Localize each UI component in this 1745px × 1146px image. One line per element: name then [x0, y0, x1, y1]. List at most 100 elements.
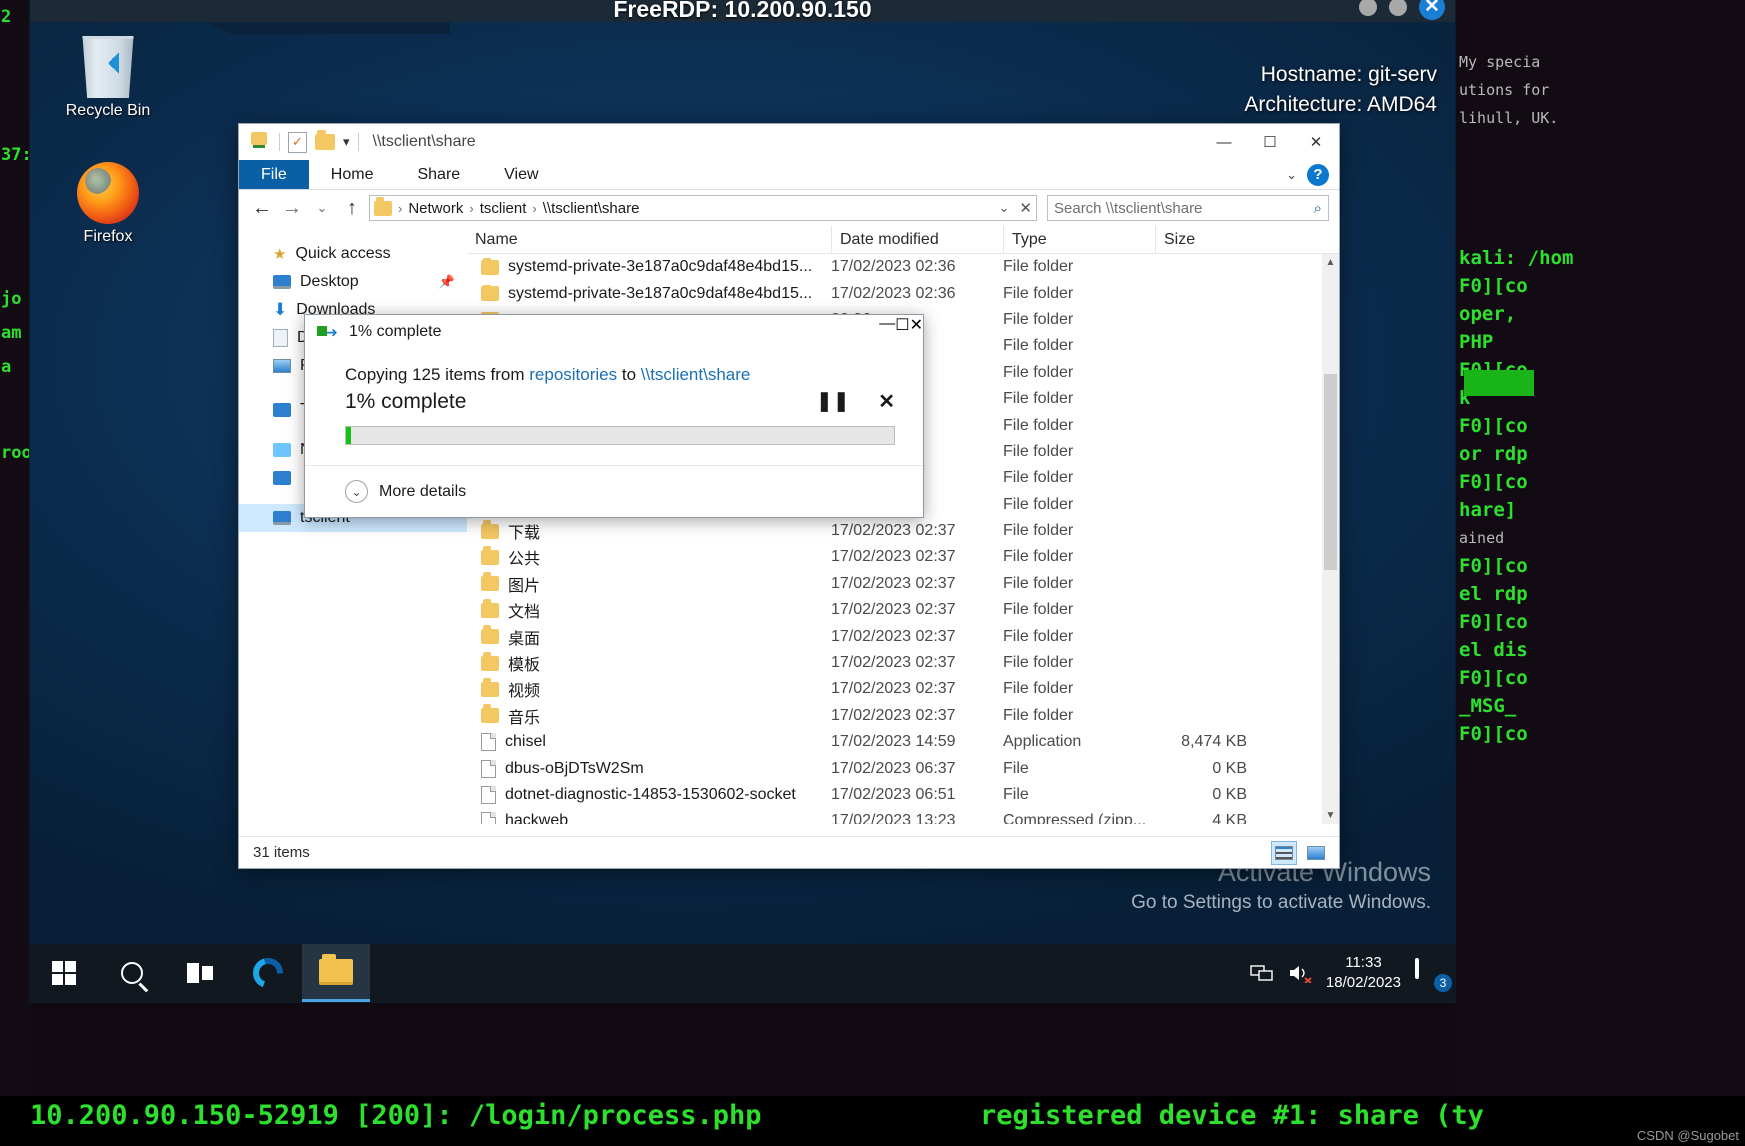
copy-source-link[interactable]: repositories	[529, 365, 617, 384]
forward-button[interactable]: →	[279, 197, 305, 220]
cell-type: File folder	[1003, 680, 1074, 698]
terminal-line: F0][co	[1459, 275, 1528, 297]
table-row[interactable]: hackweb 17/02/2023 13:23 Compressed (zipp.…	[467, 808, 1339, 824]
new-folder-icon[interactable]	[315, 130, 335, 150]
help-icon[interactable]: ?	[1307, 163, 1329, 186]
cancel-copy-button[interactable]: ✕	[878, 389, 895, 414]
table-row[interactable]: 视频 17/02/2023 02:37 File folder	[467, 676, 1339, 702]
tab-home[interactable]: Home	[309, 160, 396, 189]
cell-date-modified: 17/02/2023 02:37	[831, 706, 956, 724]
up-button[interactable]: ↑	[339, 197, 365, 220]
properties-icon[interactable]: ✓	[288, 131, 307, 153]
collapse-ribbon-icon[interactable]: ⌄	[1286, 167, 1297, 183]
breadcrumb[interactable]: › Network › tsclient › \\tsclient\share …	[369, 195, 1037, 221]
table-row[interactable]: chisel 17/02/2023 14:59 Application 8,474 K…	[467, 729, 1339, 755]
file-explorer-button[interactable]	[302, 944, 370, 1002]
speaker-muted-icon[interactable]	[1288, 963, 1312, 984]
table-row[interactable]: systemd-private-3e187a0c9daf48e4bd15... 1…	[467, 254, 1339, 280]
search-box[interactable]: Search \\tsclient\share ⌕	[1047, 195, 1329, 221]
column-header-type[interactable]: Type	[1003, 226, 1155, 253]
freerdp-close-button[interactable]: ✕	[1419, 0, 1445, 20]
table-row[interactable]: 模板 17/02/2023 02:37 File folder	[467, 650, 1339, 676]
table-row[interactable]: 图片 17/02/2023 02:37 File folder	[467, 571, 1339, 597]
customize-qat-dropdown[interactable]: ▾	[343, 134, 350, 150]
copy-dialog-titlebar[interactable]: ➜ 1% complete — ☐ ✕	[305, 315, 923, 349]
clock-date: 18/02/2023	[1325, 974, 1401, 991]
notification-center-button[interactable]: 3	[1415, 958, 1452, 992]
star-icon: ★	[273, 246, 287, 263]
breadcrumb-item-share[interactable]: \\tsclient\share	[543, 200, 640, 217]
search-icon[interactable]: ⌕	[1314, 200, 1322, 217]
chevron-down-icon[interactable]: ⌄	[345, 480, 368, 503]
explorer-ribbon-tabs: File Home Share View ⌄ ?	[239, 160, 1339, 190]
pc-icon	[273, 403, 291, 417]
copy-dialog-minimize-button[interactable]: —	[879, 315, 895, 349]
tiles-view-button[interactable]	[1303, 841, 1329, 865]
edge-button[interactable]	[234, 944, 302, 1002]
cell-type: File folder	[1003, 654, 1074, 672]
sidebar-item-desktop[interactable]: Desktop 📌	[239, 268, 467, 296]
task-view-button[interactable]	[166, 944, 234, 1002]
column-label: Date modified	[840, 230, 939, 248]
freerdp-minimize-button[interactable]	[1359, 0, 1377, 16]
folder-icon	[319, 953, 353, 985]
terminal-line: hare]	[1459, 499, 1517, 521]
table-row[interactable]: 文档 17/02/2023 02:37 File folder	[467, 597, 1339, 623]
pause-button[interactable]: ❚❚	[816, 390, 850, 413]
copy-progress-dialog: ➜ 1% complete — ☐ ✕ Copying 125 items fr…	[304, 314, 924, 518]
table-row[interactable]: 音乐 17/02/2023 02:37 File folder	[467, 703, 1339, 729]
table-row[interactable]: systemd-private-3e187a0c9daf48e4bd15... 1…	[467, 280, 1339, 306]
freerdp-window-controls[interactable]: ✕	[1359, 0, 1445, 20]
column-header-size[interactable]: Size	[1155, 226, 1273, 253]
back-button[interactable]: ←	[249, 197, 275, 220]
tab-share[interactable]: Share	[395, 160, 482, 189]
column-header-date-modified[interactable]: Date modified	[831, 226, 1003, 253]
desktop-icon-recycle-bin[interactable]: Recycle Bin	[48, 36, 168, 120]
start-button[interactable]	[30, 944, 98, 1002]
table-row[interactable]: 桌面 17/02/2023 02:37 File folder	[467, 623, 1339, 649]
notification-count-badge: 3	[1434, 974, 1452, 992]
tab-view[interactable]: View	[482, 160, 560, 189]
table-row[interactable]: dotnet-diagnostic-14853-1530602-socket 17…	[467, 782, 1339, 808]
table-row[interactable]: 下载 17/02/2023 02:37 File folder	[467, 518, 1339, 544]
search-button[interactable]	[98, 944, 166, 1002]
copy-dialog-maximize-button[interactable]: ☐	[895, 315, 909, 349]
copy-message-middle: to	[617, 365, 641, 384]
copy-destination-link[interactable]: \\tsclient\share	[641, 365, 751, 384]
explorer-window-controls[interactable]: — ☐ ✕	[1201, 124, 1339, 160]
scroll-up-button[interactable]: ▲	[1322, 254, 1339, 271]
scroll-down-button[interactable]: ▼	[1322, 807, 1339, 824]
table-row[interactable]: dbus-oBjDTsW2Sm 17/02/2023 06:37 File 0 KB	[467, 755, 1339, 781]
desktop-icon-firefox[interactable]: Firefox	[48, 162, 168, 246]
cell-name: 图片	[467, 572, 831, 596]
recent-locations-button[interactable]: ⌄	[309, 200, 335, 216]
copy-dialog-window-controls[interactable]: — ☐ ✕	[879, 315, 923, 349]
breadcrumb-dropdown-icon[interactable]: ⌄	[999, 200, 1010, 216]
explorer-maximize-button[interactable]: ☐	[1247, 124, 1293, 160]
cell-type: File folder	[1003, 258, 1074, 276]
file-icon	[481, 759, 496, 778]
tab-file[interactable]: File	[239, 160, 309, 189]
more-details-row[interactable]: ⌄ More details	[305, 465, 923, 517]
scrollbar-thumb[interactable]	[1324, 374, 1337, 570]
cell-name: 公共	[467, 545, 831, 569]
file-icon	[481, 812, 496, 824]
network-icon	[273, 443, 291, 457]
clock[interactable]: 11:33 18/02/2023	[1326, 953, 1401, 993]
freerdp-maximize-button[interactable]	[1389, 0, 1407, 16]
column-header-name[interactable]: Name ⌃	[467, 226, 831, 253]
explorer-minimize-button[interactable]: —	[1201, 124, 1247, 160]
explorer-titlebar[interactable]: ✓ ▾ \\tsclient\share — ☐ ✕	[239, 124, 1339, 160]
sidebar-item-quick-access[interactable]: ★ Quick access	[239, 240, 467, 268]
breadcrumb-item-tsclient[interactable]: tsclient	[480, 200, 527, 217]
file-name-label: 桌面	[508, 630, 541, 648]
details-view-button[interactable]	[1271, 840, 1297, 865]
explorer-close-button[interactable]: ✕	[1293, 124, 1339, 160]
breadcrumb-item-network[interactable]: Network	[408, 200, 463, 217]
copy-dialog-close-button[interactable]: ✕	[910, 315, 923, 349]
table-row[interactable]: 公共 17/02/2023 02:37 File folder	[467, 544, 1339, 570]
search-input[interactable]: Search \\tsclient\share	[1054, 200, 1202, 217]
network-icon[interactable]	[1250, 963, 1274, 983]
stop-navigation-icon[interactable]: ✕	[1019, 199, 1032, 217]
file-list-scrollbar[interactable]: ▲ ▼	[1322, 254, 1339, 824]
